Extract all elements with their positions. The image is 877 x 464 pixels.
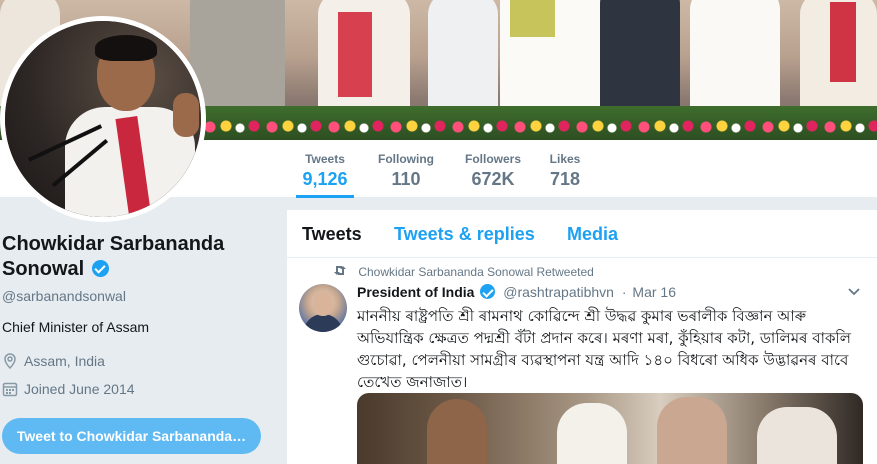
verified-badge-icon [91, 260, 109, 277]
tweet-date[interactable]: Mar 16 [632, 284, 676, 300]
tweet-media-photo[interactable] [357, 393, 863, 464]
tweet-text-line: তেখেত জনাজাত। [357, 373, 468, 391]
profile-location: Assam, India [0, 353, 280, 370]
profile-bio: Chief Minister of Assam [2, 319, 150, 335]
nav-following[interactable]: Following 110 [372, 140, 440, 198]
verified-badge-icon [480, 284, 496, 299]
location-pin-icon [2, 353, 18, 370]
nav-following-label: Following [378, 152, 434, 166]
tweet-author-avatar[interactable] [299, 284, 347, 332]
nav-tweets-label: Tweets [305, 152, 345, 166]
tweet-text: মাননীয় ৰাষ্ট্ৰপতি শ্ৰী ৰামনাথ কোৱিন্দে … [357, 305, 857, 393]
profile-joined-text: Joined June 2014 [24, 381, 135, 397]
timeline-tabs: Tweets Tweets & replies Media [287, 210, 877, 258]
tweet-separator: · [621, 284, 627, 300]
tweet-text-line: গুচোৱা, পেলনীয়া সামগ্ৰীৰ ব্যৱস্থাপনা যন… [357, 351, 849, 369]
nav-tweets-count: 9,126 [302, 169, 348, 189]
retweet-context-text[interactable]: Chowkidar Sarbananda Sonowal Retweeted [358, 265, 593, 279]
profile-name[interactable]: Chowkidar Sarbananda Sonowal [0, 232, 280, 282]
tweet-to-button[interactable]: Tweet to Chowkidar Sarbananda­… [2, 418, 261, 454]
tweet-author-handle[interactable]: @rashtrapatibhvn [503, 284, 614, 300]
profile-name-text: Chowkidar Sarbananda Sonowal [2, 233, 225, 280]
nav-followers[interactable]: Followers 672K [460, 140, 526, 198]
profile-location-text: Assam, India [24, 353, 105, 369]
calendar-icon [2, 381, 18, 397]
nav-likes[interactable]: Likes 718 [545, 140, 585, 198]
nav-likes-count: 718 [549, 169, 581, 189]
tweet-item[interactable]: Chowkidar Sarbananda Sonowal Retweeted P… [287, 259, 877, 464]
profile-card: Chowkidar Sarbananda Sonowal @sarbanands… [0, 232, 280, 397]
tab-media[interactable]: Media [567, 224, 618, 245]
tweet-header: President of India @rashtrapatibhvn · Ma… [357, 284, 676, 300]
tweet-text-line: অভিযান্ত্ৰিক ক্ষেত্ৰত পদ্মশ্ৰী বঁটা প্ৰদ… [357, 329, 851, 347]
profile-joined: Joined June 2014 [0, 381, 280, 397]
nav-followers-label: Followers [464, 152, 521, 166]
retweet-icon [333, 265, 347, 279]
nav-following-count: 110 [391, 169, 421, 189]
nav-likes-label: Likes [549, 152, 581, 166]
chevron-down-icon[interactable] [847, 286, 861, 300]
nav-tweets[interactable]: Tweets 9,126 [296, 140, 354, 198]
profile-handle[interactable]: @sarbanandsonwal [0, 288, 280, 304]
profile-avatar[interactable] [0, 16, 206, 222]
tweet-text-line: মাননীয় ৰাষ্ট্ৰপতি শ্ৰী ৰামনাথ কোৱিন্দে … [357, 307, 806, 325]
tab-tweets[interactable]: Tweets [302, 224, 362, 245]
tweet-author-name[interactable]: President of India [357, 284, 474, 300]
tab-tweets-replies[interactable]: Tweets & replies [394, 224, 535, 245]
nav-followers-count: 672K [471, 169, 515, 189]
retweet-context: Chowkidar Sarbananda Sonowal Retweeted [333, 265, 594, 279]
timeline: Tweets Tweets & replies Media Chowkidar … [287, 210, 877, 464]
